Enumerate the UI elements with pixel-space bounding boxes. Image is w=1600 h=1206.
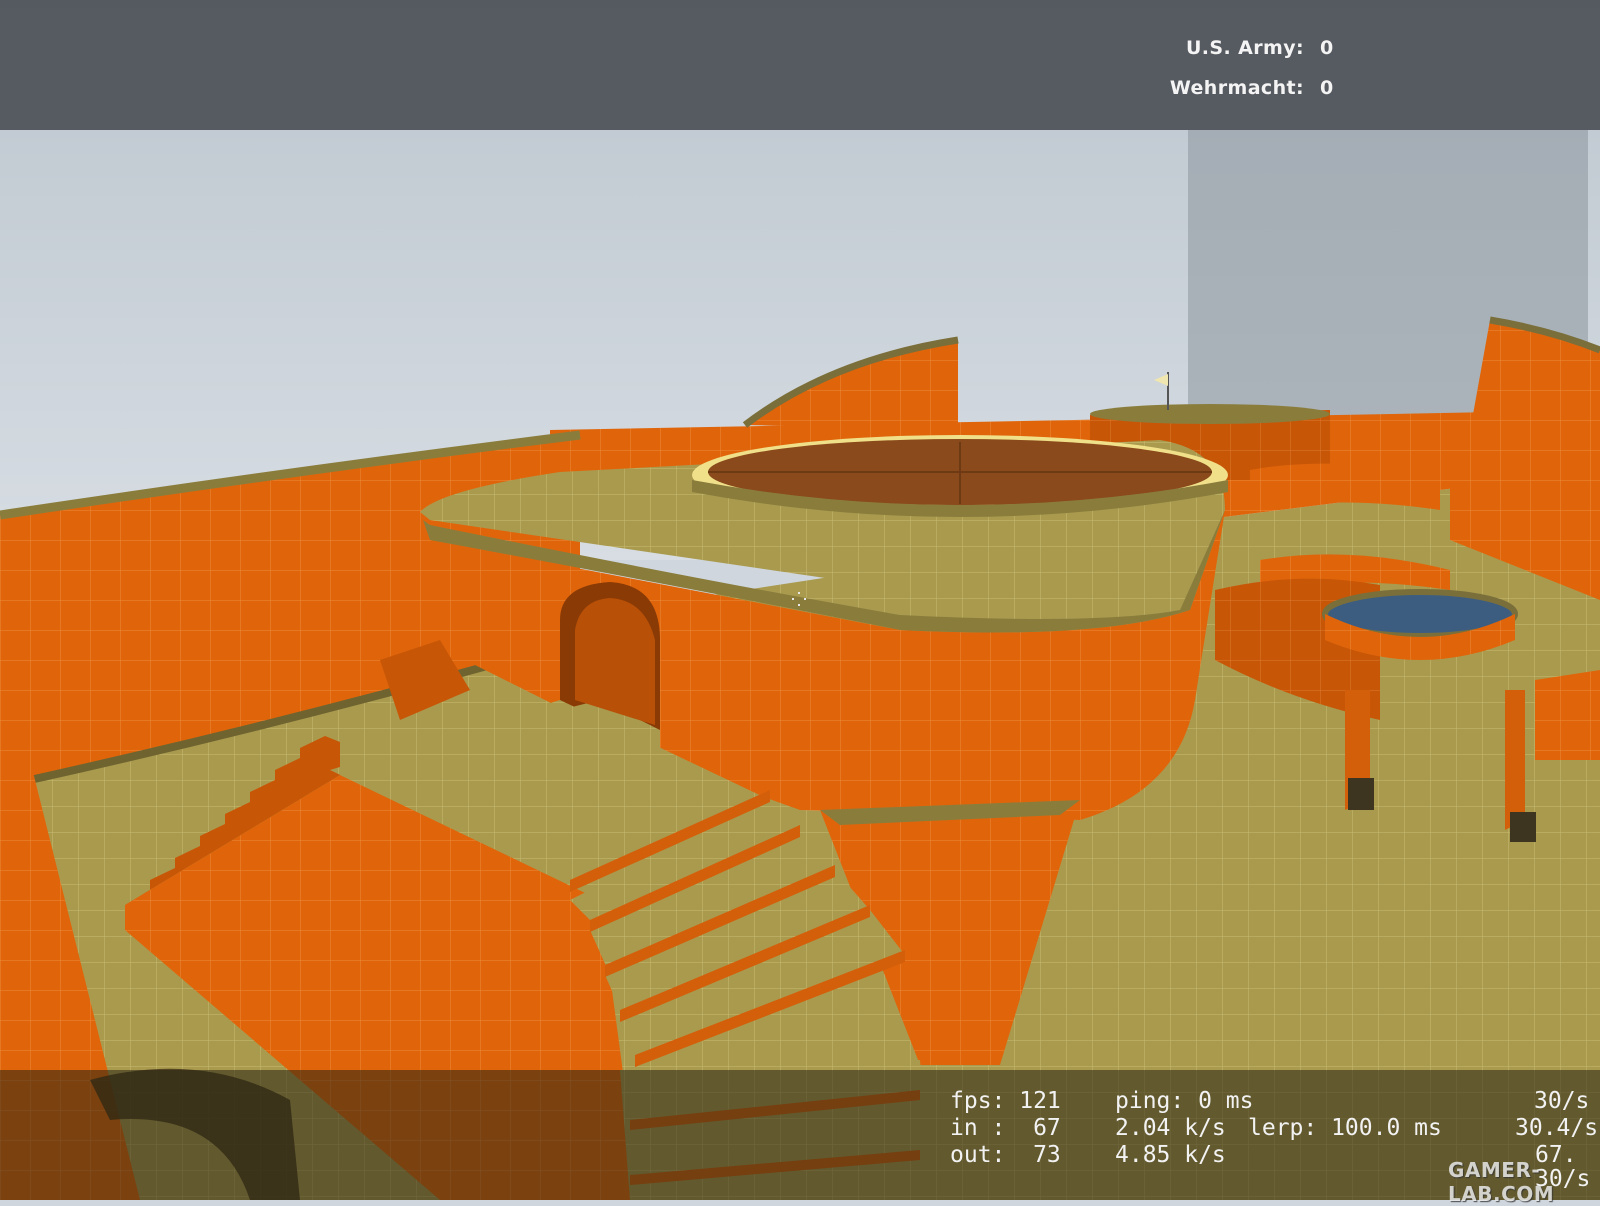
crosshair-icon	[792, 592, 806, 606]
right-pillar-2	[1505, 690, 1525, 830]
team-score-wehrmacht: Wehrmacht: 0	[1170, 77, 1334, 99]
fps-readout: fps: 121	[950, 1088, 1061, 1114]
in-packets-readout: in : 67	[950, 1115, 1061, 1141]
right-wall-near	[1535, 670, 1600, 760]
lerp-readout: lerp: 100.0 ms	[1248, 1115, 1442, 1141]
update-rate-readout: 30/s	[1534, 1088, 1590, 1114]
team-name: U.S. Army:	[1185, 37, 1304, 59]
ping-readout: ping: 0 ms	[1115, 1088, 1254, 1114]
team-score-us-army: U.S. Army: 0	[1186, 37, 1334, 59]
team-score: 0	[1320, 37, 1334, 59]
out-rate-readout: 4.85 k/s	[1115, 1142, 1226, 1168]
team-score: 0	[1320, 77, 1334, 99]
watermark: GAMER-LAB.COM	[1448, 1158, 1555, 1206]
team-name: Wehrmacht:	[1169, 77, 1304, 99]
netgraph-panel: fps: 121 ping: 0 ms 30/s in : 67 2.04 k/…	[0, 1070, 1600, 1200]
in-rate-readout: 2.04 k/s	[1115, 1115, 1226, 1141]
scoreboard-bar: U.S. Army: 0 Wehrmacht: 0	[0, 0, 1600, 130]
in-update-rate-readout: 30.4/s	[1515, 1115, 1599, 1141]
out-packets-readout: out: 73	[950, 1142, 1061, 1168]
